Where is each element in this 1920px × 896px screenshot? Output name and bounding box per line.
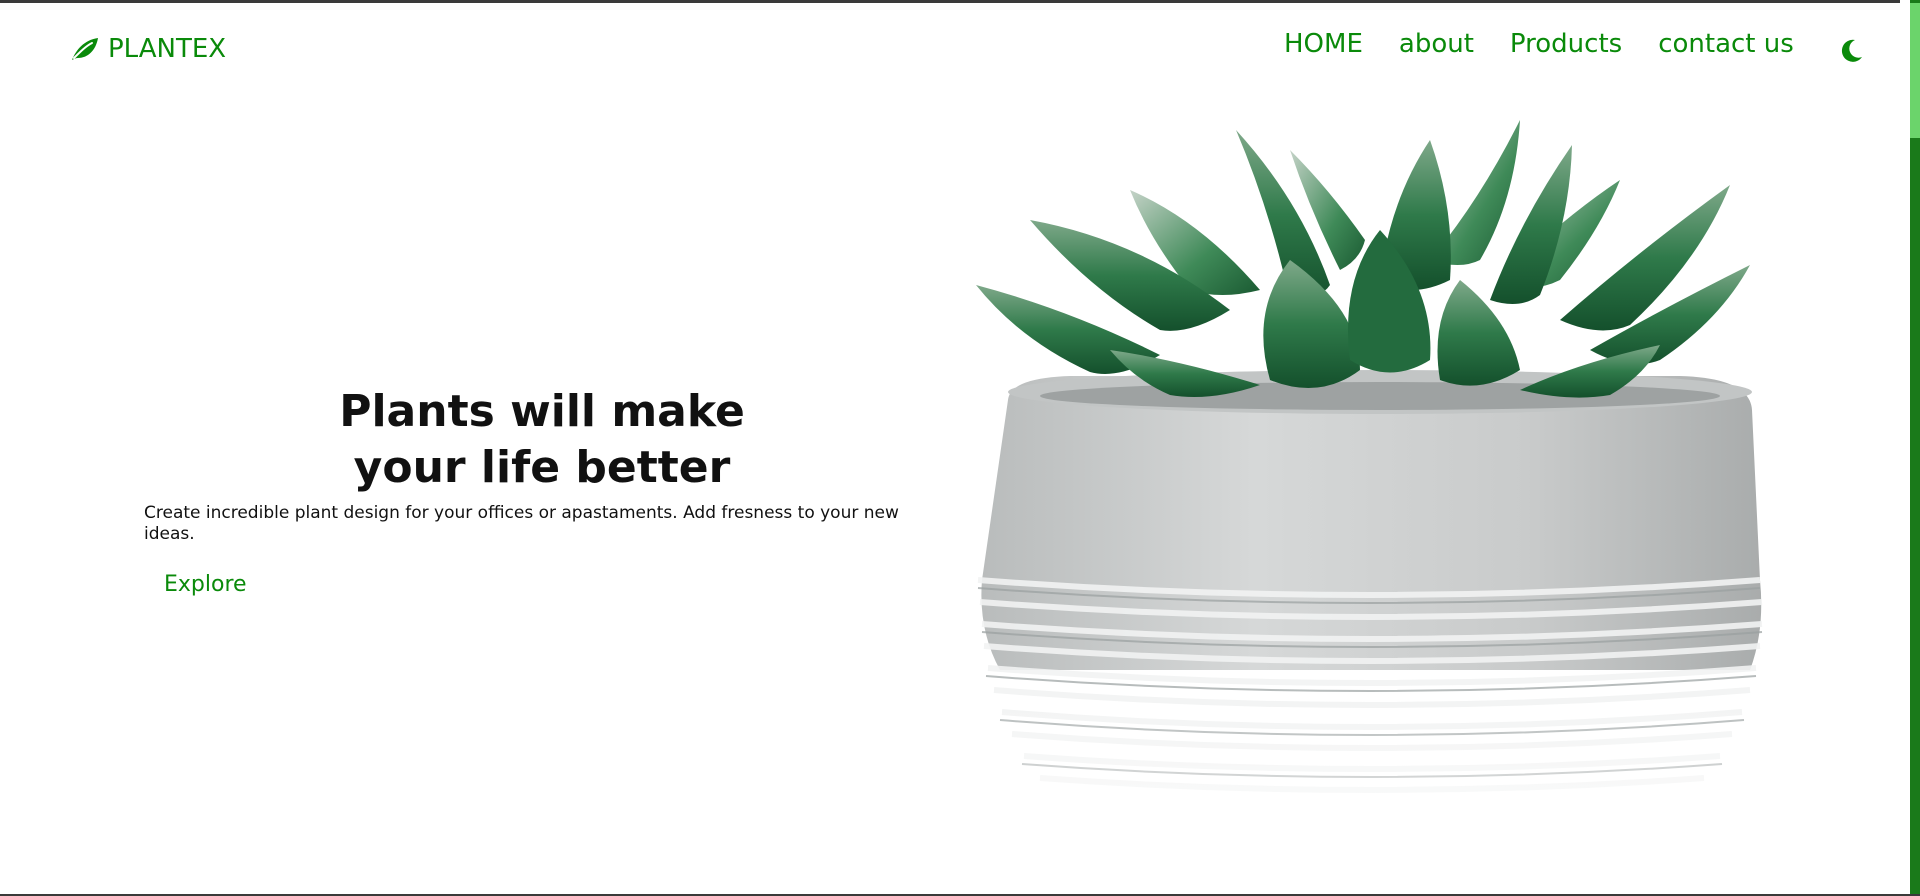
page: PLANTEX HOME about Products contact us P… [0, 0, 1920, 896]
nav-link-about[interactable]: about [1399, 26, 1474, 62]
hero-description: Create incredible plant design for your … [144, 503, 899, 544]
brand-name: PLANTEX [108, 34, 227, 64]
nav-link-contact[interactable]: contact us [1658, 26, 1794, 62]
hero-title: Plants will make your life better [280, 384, 804, 496]
moon-icon[interactable] [1836, 36, 1866, 66]
main-nav: HOME about Products contact us [1284, 26, 1830, 62]
nav-link-products[interactable]: Products [1510, 26, 1622, 62]
leaf-icon [70, 36, 100, 62]
brand-logo[interactable]: PLANTEX [70, 34, 226, 64]
window-top-border [0, 0, 1920, 3]
scrollbar-thumb[interactable] [1910, 3, 1920, 138]
nav-link-home[interactable]: HOME [1284, 26, 1363, 62]
succulent-pot-image [960, 120, 1780, 896]
scrollbar-gutter [1900, 0, 1910, 896]
hero-title-line-1: Plants will make [339, 386, 745, 437]
hero-title-line-2: your life better [353, 442, 731, 493]
explore-button[interactable]: Explore [144, 566, 267, 603]
